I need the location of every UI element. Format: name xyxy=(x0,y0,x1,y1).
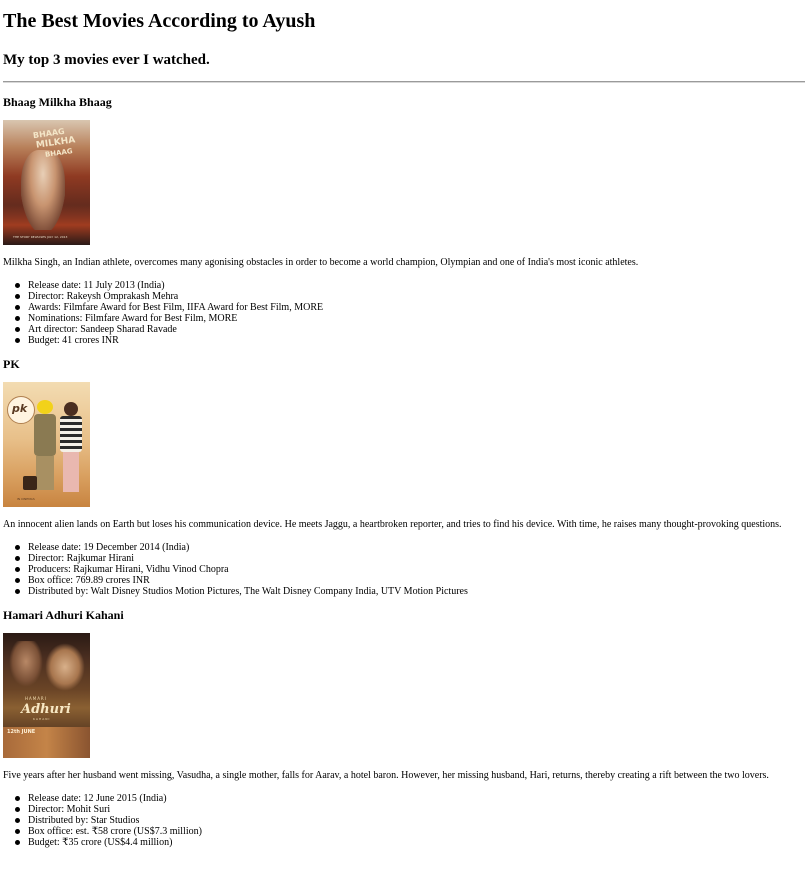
fact-art-director: Art director: Sandeep Sharad Ravade xyxy=(15,324,806,335)
poster-figure xyxy=(45,643,85,691)
movie-description: Five years after her husband went missin… xyxy=(3,770,769,781)
fact-release-date: Release date: 19 December 2014 (India) xyxy=(15,542,806,553)
poster-footer: IN CINEMAS xyxy=(17,497,35,501)
poster-logo-text: pk xyxy=(12,402,28,415)
fact-director: Director: Rakeysh Omprakash Mehra xyxy=(15,291,806,302)
movie-bhaag-milkha-bhaag: Bhaag Milkha Bhaag BHAAG MILKHA BHAAG TH… xyxy=(3,94,806,346)
movie-description: Milkha Singh, an Indian athlete, overcom… xyxy=(3,257,639,268)
fact-budget: Budget: 41 crores INR xyxy=(15,335,806,346)
fact-budget: Budget: ₹35 crore (US$4.4 million) xyxy=(15,837,806,848)
poster-text: HAMARI xyxy=(25,696,47,701)
poster-footer: THE STORY RELEASES JULY 12, 2013 xyxy=(13,235,68,239)
poster-text: Adhuri xyxy=(21,702,71,717)
movie-facts: Release date: 11 July 2013 (India) Direc… xyxy=(3,280,806,346)
fact-director: Director: Rajkumar Hirani xyxy=(15,553,806,564)
movie-poster: pk IN CINEMAS xyxy=(3,382,90,507)
movie-title: Hamari Adhuri Kahani xyxy=(3,608,124,622)
fact-distributed-by: Distributed by: Walt Disney Studios Moti… xyxy=(15,586,806,597)
movie-hamari-adhuri-kahani: Hamari Adhuri Kahani HAMARI Adhuri KAHAN… xyxy=(3,607,806,848)
fact-release-date: Release date: 12 June 2015 (India) xyxy=(15,793,806,804)
divider xyxy=(3,81,805,83)
movie-facts: Release date: 19 December 2014 (India) D… xyxy=(3,542,806,597)
poster-figure xyxy=(21,150,65,230)
poster-date: 12th JUNE xyxy=(7,729,36,735)
fact-release-date: Release date: 11 July 2013 (India) xyxy=(15,280,806,291)
poster-text: KAHANI xyxy=(33,717,51,721)
movie-description: An innocent alien lands on Earth but los… xyxy=(3,519,782,530)
movie-poster: HAMARI Adhuri KAHANI 12th JUNE xyxy=(3,633,90,758)
fact-director: Director: Mohit Suri xyxy=(15,804,806,815)
page: The Best Movies According to Ayush My to… xyxy=(0,0,806,848)
poster-figure xyxy=(58,402,84,494)
movie-poster: BHAAG MILKHA BHAAG THE STORY RELEASES JU… xyxy=(3,120,90,245)
page-title: The Best Movies According to Ayush xyxy=(3,10,316,32)
movie-facts: Release date: 12 June 2015 (India) Direc… xyxy=(3,793,806,848)
movie-title: PK xyxy=(3,357,20,371)
fact-box-office: Box office: 769.89 crores INR xyxy=(15,575,806,586)
fact-awards: Awards: Filmfare Award for Best Film, II… xyxy=(15,302,806,313)
fact-producers: Producers: Rajkumar Hirani, Vidhu Vinod … xyxy=(15,564,806,575)
poster-bag xyxy=(23,476,37,490)
poster-figure xyxy=(9,641,43,687)
fact-distributed-by: Distributed by: Star Studios xyxy=(15,815,806,826)
movie-pk: PK pk IN CINEMAS An innocent alien lands… xyxy=(3,356,806,597)
fact-box-office: Box office: est. ₹58 crore (US$7.3 milli… xyxy=(15,826,806,837)
page-subtitle: My top 3 movies ever I watched. xyxy=(3,52,210,68)
movie-title: Bhaag Milkha Bhaag xyxy=(3,95,112,109)
fact-nominations: Nominations: Filmfare Award for Best Fil… xyxy=(15,313,806,324)
